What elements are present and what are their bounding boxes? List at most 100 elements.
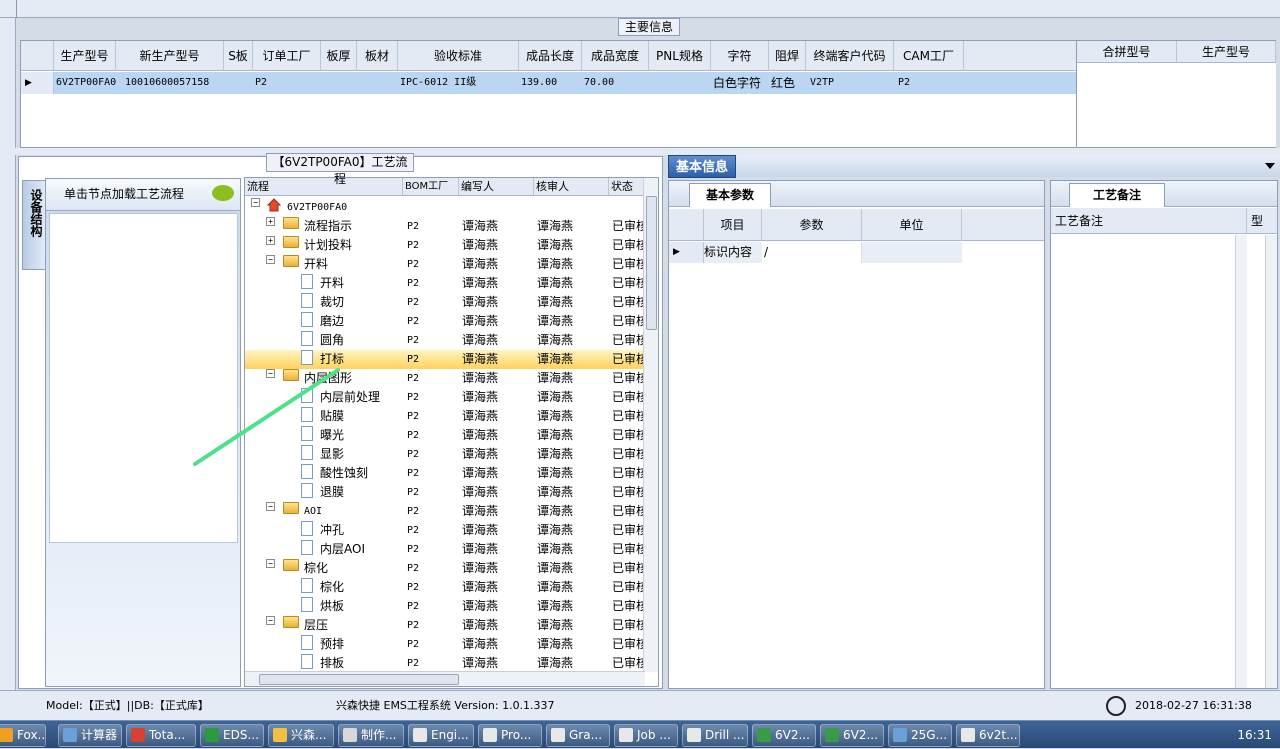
col-header[interactable]: 合拼型号 [1077,41,1177,63]
tree-row[interactable]: − AOI P2 谭海燕 谭海燕 已审核 [245,502,648,521]
writer: 谭海燕 [462,561,499,575]
tree-row[interactable]: 内层AOI P2 谭海燕 谭海燕 已审核 [245,540,648,559]
param-item[interactable]: 标识内容 [704,242,762,263]
annotation-arrow [193,368,340,466]
col-header[interactable]: 新生产型号 [116,41,224,71]
taskbar-button[interactable]: Engi... [408,724,474,747]
tree-row[interactable]: 预排 P2 谭海燕 谭海燕 已审核 [245,635,648,654]
cell[interactable]: V2TP [808,72,894,94]
taskbar-button[interactable]: 兴森... [268,724,334,747]
tree-row[interactable]: − 层压 P2 谭海燕 谭海燕 已审核 [245,616,648,635]
cell[interactable]: 白色字符 [711,72,769,94]
col-header[interactable]: BOM工厂 [403,178,459,196]
cell[interactable]: 10010600057158 [123,72,224,94]
col-header[interactable]: 状态 [609,178,645,196]
taskbar-button[interactable]: Fox... [0,724,46,747]
cell[interactable]: IPC-6012 II级 [398,72,519,94]
notes-scrollbar[interactable] [1235,235,1247,688]
cell[interactable]: 70.00 [582,72,649,94]
col-header[interactable]: 板材 [357,41,398,71]
dropdown-arrow-icon[interactable] [1265,163,1275,169]
col-header[interactable]: 工艺备注 [1051,208,1247,234]
cell[interactable]: P2 [896,72,964,94]
tree-row[interactable]: 磨边 P2 谭海燕 谭海燕 已审核 [245,312,648,331]
col-header[interactable]: 核审人 [534,178,609,196]
taskbar-button[interactable]: Drill ... [682,724,748,747]
tree-row[interactable]: 裁切 P2 谭海燕 谭海燕 已审核 [245,293,648,312]
taskbar-button[interactable]: 6v2t... [956,724,1020,747]
expand-icon[interactable]: + [266,236,275,245]
col-header[interactable]: 流程 [245,178,403,196]
cell[interactable]: 6V2TP00FA0 [54,72,116,94]
col-header[interactable]: 项目 [704,209,762,241]
col-header[interactable]: 板厚 [321,41,357,71]
taskbar-button[interactable]: 制作... [338,724,404,747]
taskbar-button[interactable]: 6V2... [752,724,816,747]
tree-row[interactable]: + 流程指示 P2 谭海燕 谭海燕 已审核 [245,217,648,236]
tree-row[interactable]: 退膜 P2 谭海燕 谭海燕 已审核 [245,483,648,502]
taskbar-button[interactable]: EDS... [200,724,264,747]
collapse-icon[interactable]: − [266,502,275,511]
collapse-icon[interactable]: − [266,616,275,625]
taskbar-button[interactable]: Gra... [546,724,610,747]
col-header[interactable]: 成品长度 [519,41,582,71]
grid-corner[interactable] [21,41,54,71]
taskbar-button[interactable]: 25G... [888,724,952,747]
cell[interactable]: P2 [253,72,321,94]
col-header[interactable]: 型 [1247,208,1277,234]
horizontal-splitter[interactable] [0,148,1280,155]
flow-load-hint[interactable]: 单击节点加载工艺流程 [46,179,240,211]
col-header[interactable]: 字符 [711,41,769,71]
taskbar-button[interactable]: Pro... [478,724,542,747]
col-header[interactable]: 单位 [862,209,962,241]
param-unit[interactable] [862,242,962,263]
col-header[interactable]: S板 [224,41,253,71]
tree-row[interactable]: 烘板 P2 谭海燕 谭海燕 已审核 [245,597,648,616]
col-header[interactable]: 阻焊 [769,41,806,71]
col-header[interactable]: CAM工厂 [894,41,964,71]
col-header[interactable]: 生产型号 [54,41,116,71]
row-indicator[interactable]: ▶ [669,242,704,263]
document-icon [301,331,313,346]
col-header[interactable]: 订单工厂 [253,41,321,71]
tree-row[interactable]: 冲孔 P2 谭海燕 谭海燕 已审核 [245,521,648,540]
tree-vertical-scrollbar[interactable] [643,178,658,672]
col-header[interactable]: 成品宽度 [582,41,649,71]
col-header[interactable]: 终端客户代码 [806,41,894,71]
col-header[interactable]: 编写人 [459,178,534,196]
collapse-icon[interactable]: − [251,198,260,207]
param-value[interactable]: / [762,242,862,263]
cell[interactable]: 红色 [769,72,806,94]
scroll-thumb[interactable] [646,196,657,330]
col-header[interactable]: 生产型号 [1177,41,1276,63]
notes-scrollbar[interactable] [1265,235,1277,688]
grid-corner[interactable] [669,209,704,241]
expand-icon[interactable]: + [266,217,275,226]
taskbar-button[interactable]: Tota... [126,724,196,747]
tree-row[interactable]: 开料 P2 谭海燕 谭海燕 已审核 [245,274,648,293]
taskbar-clock[interactable]: 16:31 [1237,721,1272,749]
taskbar-button[interactable]: Job ... [614,724,678,747]
row-indicator[interactable]: ▶ [21,72,54,94]
col-header[interactable]: PNL规格 [649,41,711,71]
taskbar-button-label: 兴森... [291,728,327,742]
tree-horizontal-scrollbar[interactable] [245,671,645,686]
tree-root[interactable]: − 6V2TP00FA0 [245,198,645,217]
collapse-icon[interactable]: − [266,255,275,264]
tree-row[interactable]: 圆角 P2 谭海燕 谭海燕 已审核 [245,331,648,350]
basic-info-tab[interactable]: 基本信息 [668,155,736,178]
tab-process-notes[interactable]: 工艺备注 [1069,183,1165,207]
col-header[interactable]: 参数 [762,209,862,241]
device-structure-tab[interactable]: 设备结构 [22,180,45,270]
tree-row[interactable]: + 计划投料 P2 谭海燕 谭海燕 已审核 [245,236,648,255]
taskbar-button[interactable]: 计算器 [58,724,122,747]
collapse-icon[interactable]: − [266,559,275,568]
tree-row[interactable]: 棕化 P2 谭海燕 谭海燕 已审核 [245,578,648,597]
tree-row[interactable]: − 开料 P2 谭海燕 谭海燕 已审核 [245,255,648,274]
taskbar-button[interactable]: 6V2... [820,724,884,747]
cell[interactable]: 139.00 [519,72,582,94]
tree-row[interactable]: − 棕化 P2 谭海燕 谭海燕 已审核 [245,559,648,578]
scroll-thumb[interactable] [259,674,459,685]
tab-basic-params[interactable]: 基本参数 [689,183,771,207]
col-header[interactable]: 验收标准 [398,41,519,71]
